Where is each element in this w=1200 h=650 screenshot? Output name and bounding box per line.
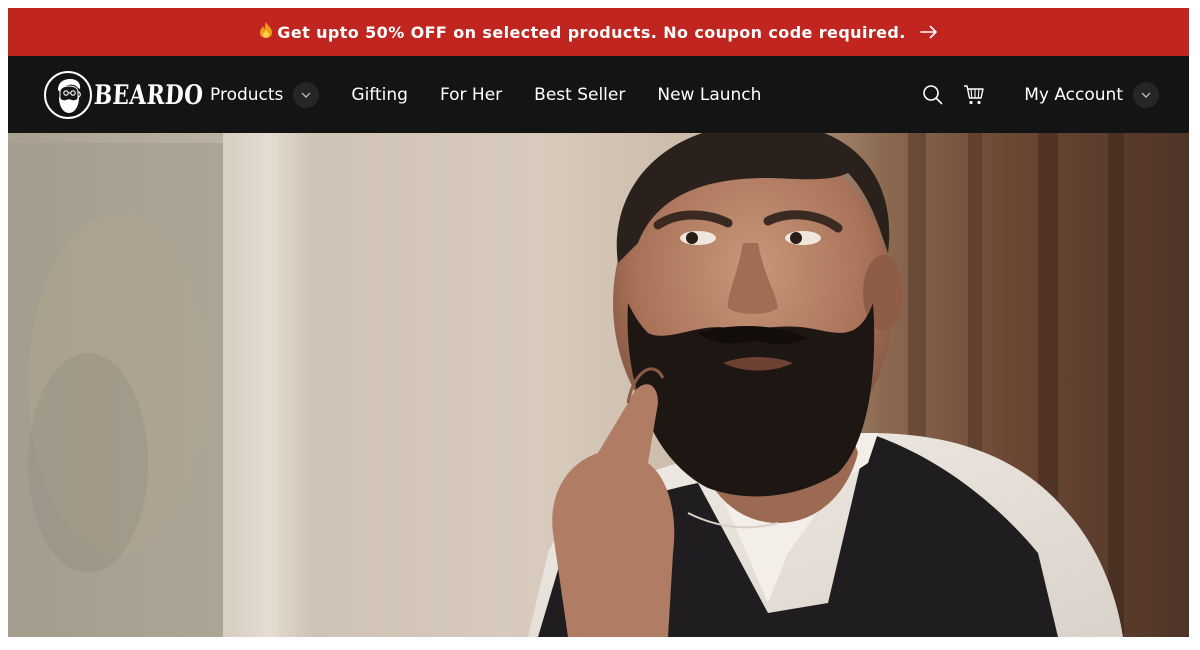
- nav-item-label: For Her: [439, 84, 503, 105]
- page-frame: Get upto 50% OFF on selected products. N…: [8, 8, 1189, 637]
- brand-wordmark: BEARDO: [93, 79, 205, 111]
- my-account-label: My Account: [1024, 84, 1123, 105]
- cart-icon[interactable]: [962, 83, 986, 107]
- my-account-menu[interactable]: My Account: [1024, 81, 1159, 108]
- hero-banner-image[interactable]: [8, 133, 1189, 637]
- chevron-down-icon[interactable]: [1133, 81, 1159, 108]
- chevron-down-icon[interactable]: [293, 81, 320, 108]
- site-header: BEARDO Products Gifting For Her Best Sel…: [8, 56, 1189, 133]
- header-actions: My Account: [920, 56, 1159, 133]
- nav-item-label: Products: [210, 84, 284, 105]
- arrow-right-icon[interactable]: [919, 25, 938, 39]
- main-nav: Products Gifting For Her Best Seller New…: [210, 56, 793, 133]
- nav-item-products[interactable]: Products: [210, 81, 320, 108]
- nav-item-gifting[interactable]: Gifting: [351, 85, 408, 105]
- nav-item-for-her[interactable]: For Her: [440, 85, 502, 105]
- nav-item-label: Best Seller: [534, 84, 626, 105]
- announcement-text: Get upto 50% OFF on selected products. N…: [277, 22, 906, 42]
- fire-icon: [259, 21, 273, 43]
- nav-item-best-seller[interactable]: Best Seller: [534, 85, 625, 105]
- nav-item-label: New Launch: [657, 84, 762, 105]
- search-icon[interactable]: [920, 83, 944, 107]
- brand-logo[interactable]: BEARDO: [44, 69, 231, 121]
- announcement-bar[interactable]: Get upto 50% OFF on selected products. N…: [8, 8, 1189, 56]
- nav-item-new-launch[interactable]: New Launch: [657, 85, 761, 105]
- nav-item-label: Gifting: [351, 84, 408, 105]
- bearded-man-logo-icon: [44, 71, 92, 119]
